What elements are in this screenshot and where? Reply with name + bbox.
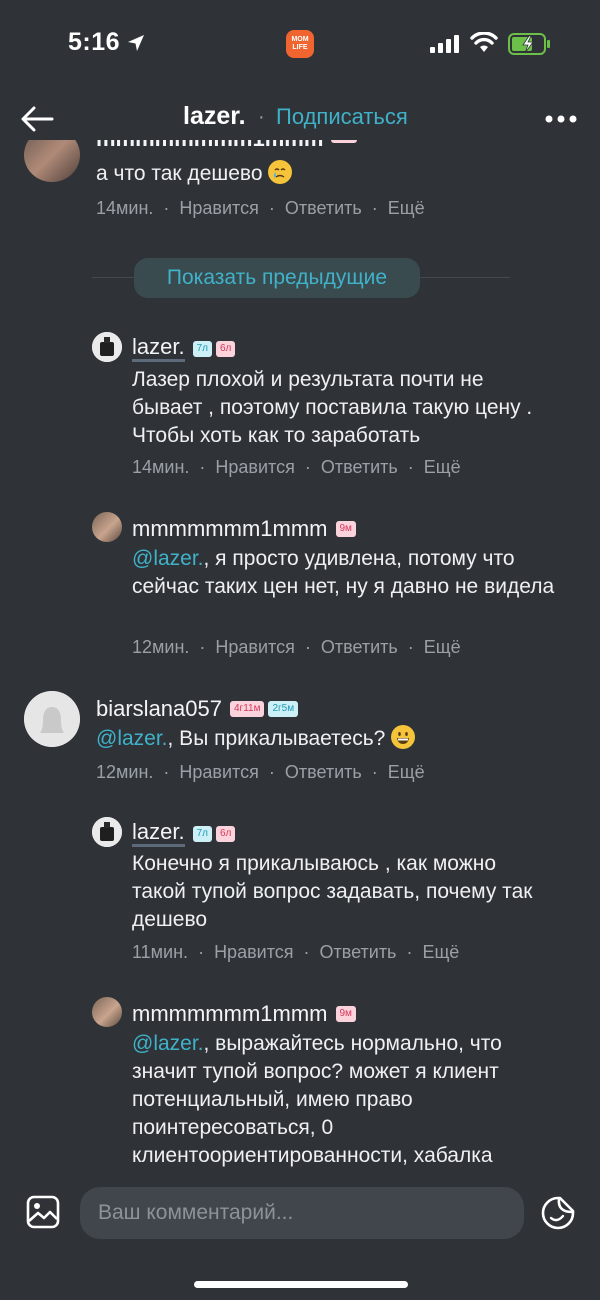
avatar[interactable] <box>92 512 122 542</box>
like-button[interactable]: Нравится <box>214 942 293 962</box>
avatar[interactable] <box>92 817 122 847</box>
comment-composer-bar <box>0 1175 600 1300</box>
comment-author-row: mmmmmmmm1mmm <box>96 140 358 152</box>
comment-meta: 11мин. · Нравится · Ответить · Ещё <box>132 942 460 962</box>
child-age-badge: 4г11м <box>229 701 265 717</box>
comment-time: 14мин. <box>96 198 154 218</box>
reply-button[interactable]: Ответить <box>285 762 362 782</box>
image-attach-icon[interactable] <box>26 1195 60 1229</box>
comment-author-row: lazer. 7л 6л <box>132 336 236 362</box>
reply-button[interactable]: Ответить <box>321 637 398 657</box>
comment-author[interactable]: lazer. <box>132 821 185 847</box>
more-button[interactable]: Ещё <box>422 942 459 962</box>
sticker-icon[interactable] <box>540 1195 576 1231</box>
child-age-badge: 6л <box>216 341 236 357</box>
mention-link[interactable]: @lazer. <box>132 1032 204 1055</box>
like-button[interactable]: Нравится <box>215 457 294 477</box>
comments-feed: mmmmmmmm1mmm а что так дешево 14мин.·Нра… <box>0 140 600 1175</box>
comment-time: 11мин. <box>132 942 189 962</box>
show-previous-button[interactable]: Показать предыдущие <box>134 258 420 298</box>
back-arrow-icon[interactable] <box>20 104 54 134</box>
comment-text: @lazer., я просто удивлена, потому что с… <box>132 547 555 598</box>
comment-time: 14мин. <box>132 457 190 477</box>
comment-time: 12мин. <box>132 637 190 657</box>
age-badge <box>331 140 358 143</box>
cellular-signal-icon <box>430 35 459 53</box>
comment-author[interactable]: lazer. <box>132 336 185 362</box>
comment-text: Лазер плохой и результата почти не бывае… <box>132 368 533 447</box>
comment-author-row: biarslana057 4г11м 2г5м <box>96 696 299 722</box>
avatar[interactable] <box>92 997 122 1027</box>
comment-author-row: mmmmmmm1mmm 9м <box>132 1001 356 1027</box>
like-button[interactable]: Нравится <box>179 762 258 782</box>
title-separator: · <box>258 106 265 128</box>
grinning-face-emoji-icon <box>391 725 416 749</box>
avatar[interactable] <box>92 332 122 362</box>
comment-meta: 12мин. · Нравится · Ответить · Ещё <box>96 762 425 782</box>
mention-link[interactable]: @lazer. <box>132 547 204 570</box>
comment-text: @lazer., Вы прикалываетесь? <box>96 725 566 753</box>
app-badge-icon: MOM LIFE <box>286 30 314 58</box>
follow-button[interactable]: Подписаться <box>276 104 408 130</box>
more-button[interactable]: Ещё <box>424 457 461 477</box>
child-age-badge: 7л <box>192 826 212 842</box>
divider <box>92 277 134 278</box>
like-button[interactable]: Нравится <box>179 198 258 218</box>
avatar[interactable] <box>24 140 80 182</box>
comment-author[interactable]: mmmmmmm1mmm <box>132 516 328 542</box>
child-age-badge: 9м <box>335 1006 356 1022</box>
location-arrow-icon <box>128 35 144 51</box>
comment-author[interactable]: mmmmmmmm1mmm <box>96 140 323 152</box>
avatar-placeholder[interactable] <box>24 691 80 747</box>
more-button[interactable]: Ещё <box>424 637 461 657</box>
battery-charging-icon <box>508 33 550 55</box>
comment-author[interactable]: biarslana057 <box>96 696 222 722</box>
child-age-badge: 7л <box>192 341 212 357</box>
crying-face-emoji-icon <box>268 160 293 184</box>
child-age-badge: 2г5м <box>268 701 299 717</box>
more-options-icon[interactable] <box>544 114 578 124</box>
wifi-icon <box>470 32 498 52</box>
status-bar: 5:16 MOM LIFE <box>0 0 600 92</box>
reply-button[interactable]: Ответить <box>285 198 362 218</box>
comment-time: 12мин. <box>96 762 154 782</box>
like-button[interactable]: Нравится <box>215 637 294 657</box>
comment-author-row: mmmmmmm1mmm 9м <box>132 516 356 542</box>
child-age-badge: 6л <box>216 826 236 842</box>
home-indicator <box>194 1281 408 1288</box>
more-button[interactable]: Ещё <box>388 762 425 782</box>
comment-author-row: lazer. 7л 6л <box>132 821 236 847</box>
divider <box>420 277 510 278</box>
comment-meta: 14мин. · Нравится · Ответить · Ещё <box>96 198 425 218</box>
child-age-badge: 9м <box>335 521 356 537</box>
comment-input[interactable] <box>80 1187 524 1239</box>
comment-text: @lazer., выражайтесь нормально, что знач… <box>132 1032 502 1167</box>
comment-meta: 12мин. · Нравится · Ответить · Ещё <box>132 637 461 657</box>
more-button[interactable]: Ещё <box>388 198 425 218</box>
comment-author[interactable]: mmmmmmm1mmm <box>132 1001 328 1027</box>
status-time: 5:16 <box>68 28 121 56</box>
reply-button[interactable]: Ответить <box>321 457 398 477</box>
profile-title[interactable]: lazer. <box>183 102 246 131</box>
mention-link[interactable]: @lazer. <box>96 727 168 750</box>
comment-meta: 14мин. · Нравится · Ответить · Ещё <box>132 457 461 477</box>
comment-text: а что так дешево <box>96 160 566 188</box>
reply-button[interactable]: Ответить <box>320 942 397 962</box>
comment-text: Конечно я прикалываюсь , как можно такой… <box>132 852 533 931</box>
